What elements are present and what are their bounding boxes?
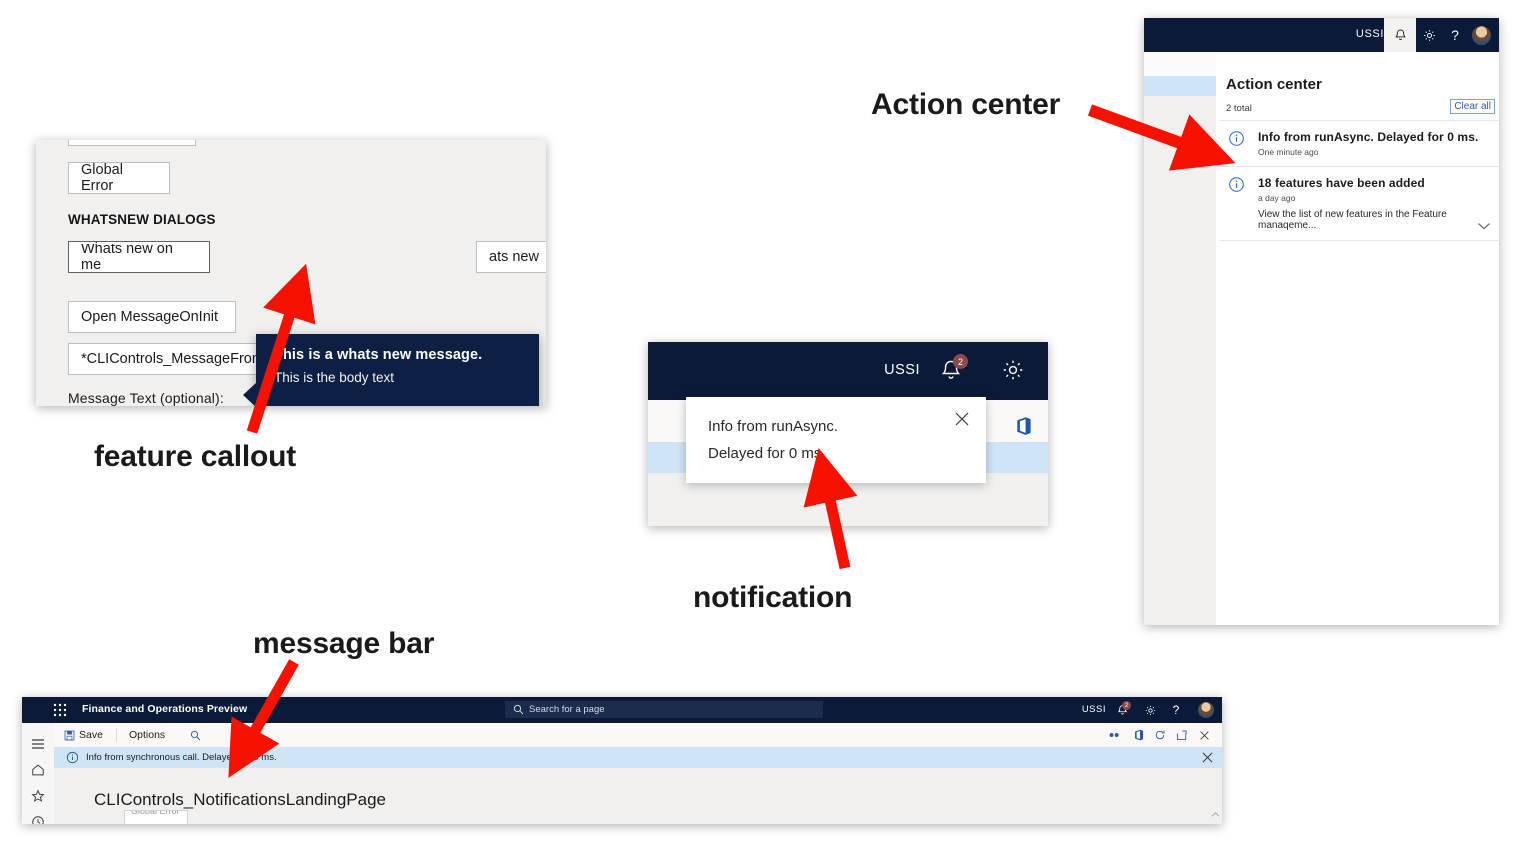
notification-toast: Info from runAsync. Delayed for 0 ms. — [686, 397, 986, 483]
screenshot-stage: Global Error WHATSNEW DIALOGS Whats new … — [0, 0, 1519, 853]
callout-beak — [243, 382, 257, 406]
info-icon — [66, 751, 79, 764]
annotation-message-bar: message bar — [253, 627, 435, 660]
info-icon — [1228, 176, 1245, 193]
list-item[interactable]: Info from runAsync. Delayed for 0 ms. On… — [1220, 120, 1499, 166]
search-placeholder: Search for a page — [529, 704, 605, 715]
toast-line-1: Info from runAsync. — [708, 418, 839, 435]
action-center-panel: Action center 2 total Clear all Info fro… — [1216, 52, 1499, 625]
page-title: CLIControls_NotificationsLandingPage — [94, 790, 387, 809]
search-icon — [513, 704, 524, 715]
callout-title: This is a whats new message. — [274, 347, 483, 363]
panel-title: Action center — [1226, 76, 1322, 93]
close-icon[interactable] — [1201, 751, 1214, 764]
callout-body: This is the body text — [274, 370, 395, 385]
whatsnew-dialogs-header: WHATSNEW DIALOGS — [68, 212, 216, 227]
bell-badge-count: 2 — [953, 354, 968, 369]
info-icon — [1228, 130, 1245, 147]
search-input[interactable]: Search for a page — [505, 701, 823, 718]
help-icon[interactable]: ? — [1166, 700, 1186, 720]
gear-icon[interactable] — [1000, 357, 1026, 383]
avatar[interactable] — [1465, 18, 1497, 52]
waffle-icon[interactable] — [52, 702, 68, 718]
popout-icon[interactable] — [1171, 723, 1193, 747]
command-bar-search-icon[interactable] — [184, 723, 206, 747]
command-bar-separator — [116, 728, 117, 742]
app-top-nav: Finance and Operations Preview Search fo… — [22, 697, 1222, 723]
close-icon[interactable] — [1193, 723, 1215, 747]
save-label: Save — [79, 729, 103, 741]
clipped-top-button[interactable] — [68, 140, 196, 146]
user-initials[interactable]: USSI — [1356, 28, 1384, 40]
chevron-down-icon[interactable] — [1477, 221, 1491, 231]
user-initials[interactable]: USSI — [884, 362, 920, 378]
clipped-global-error-button[interactable]: Global Error — [124, 810, 188, 824]
notification-window: USSI 2 Info from runAsync. Delayed for 0… — [648, 342, 1048, 526]
total-count-label: 2 total — [1226, 103, 1252, 114]
user-initials[interactable]: USSI — [1082, 704, 1106, 715]
app-title: Finance and Operations Preview — [82, 703, 248, 715]
toast-line-2: Delayed for 0 ms. — [708, 445, 826, 462]
annotation-feature-callout: feature callout — [94, 440, 297, 473]
office-icon[interactable] — [1127, 723, 1149, 747]
list-item-heading: Info from runAsync. Delayed for 0 ms. — [1258, 130, 1479, 144]
list-item-heading: 18 features have been added — [1258, 176, 1425, 190]
message-bar: Info from synchronous call. Delayed for … — [54, 747, 1222, 768]
bell-icon[interactable]: 2 — [1112, 700, 1132, 720]
annotation-action-center: Action center — [871, 88, 1061, 121]
message-bar-text: Info from synchronous call. Delayed for … — [86, 752, 277, 763]
action-center-window: USSI ? Action center 2 total Clear all I… — [1144, 18, 1499, 625]
list-item-time: One minute ago — [1258, 147, 1319, 157]
avatar[interactable] — [1196, 700, 1216, 720]
command-bar: Save Options — [54, 723, 1222, 748]
annotation-notification: notification — [693, 581, 853, 614]
feature-callout-teaching-bubble: This is a whats new message. This is the… — [243, 334, 539, 406]
list-item-detail: View the list of new features in the Fea… — [1258, 209, 1447, 231]
list-item-time: a day ago — [1258, 193, 1296, 203]
action-center-left-strip — [1144, 52, 1216, 625]
share-icon[interactable] — [1104, 723, 1126, 747]
open-messageoninit-button[interactable]: Open MessageOnInit — [68, 301, 236, 333]
recent-icon[interactable] — [22, 809, 54, 824]
notification-top-nav: USSI 2 — [648, 342, 1048, 400]
clear-all-button[interactable]: Clear all — [1450, 99, 1495, 114]
office-icon[interactable] — [1014, 416, 1032, 436]
whats-new-partial-button[interactable]: ats new — [476, 241, 546, 273]
close-icon[interactable] — [952, 409, 972, 429]
notification-list: Info from runAsync. Delayed for 0 ms. On… — [1220, 120, 1499, 241]
bell-icon[interactable]: 2 — [938, 354, 968, 384]
page-content: CLIControls_NotificationsLandingPage Glo… — [54, 768, 1222, 824]
star-icon[interactable] — [22, 783, 54, 809]
action-center-top-nav: USSI ? — [1144, 18, 1499, 52]
bell-badge-count: 2 — [1122, 701, 1131, 710]
hamburger-icon[interactable] — [22, 731, 54, 757]
gear-icon[interactable] — [1140, 700, 1160, 720]
global-error-button[interactable]: Global Error — [68, 162, 170, 194]
bell-icon[interactable] — [1384, 18, 1416, 52]
options-button[interactable]: Options — [129, 723, 165, 747]
refresh-icon[interactable] — [1149, 723, 1171, 747]
clipped-global-error-label: Global Error — [131, 810, 180, 816]
left-strip-highlight-row — [1144, 76, 1216, 96]
message-bar-window: Finance and Operations Preview Search fo… — [22, 697, 1222, 824]
message-text-label: Message Text (optional): — [68, 390, 224, 406]
feature-callout-window: Global Error WHATSNEW DIALOGS Whats new … — [36, 140, 546, 406]
whats-new-on-me-button[interactable]: Whats new on me — [68, 241, 210, 273]
nav-rail — [22, 723, 55, 824]
left-strip-white-row — [1144, 52, 1216, 76]
save-button[interactable]: Save — [64, 723, 103, 747]
home-icon[interactable] — [22, 757, 54, 783]
scroll-up-indicator[interactable] — [1209, 808, 1221, 820]
list-item[interactable]: 18 features have been added a day ago Vi… — [1220, 166, 1499, 241]
